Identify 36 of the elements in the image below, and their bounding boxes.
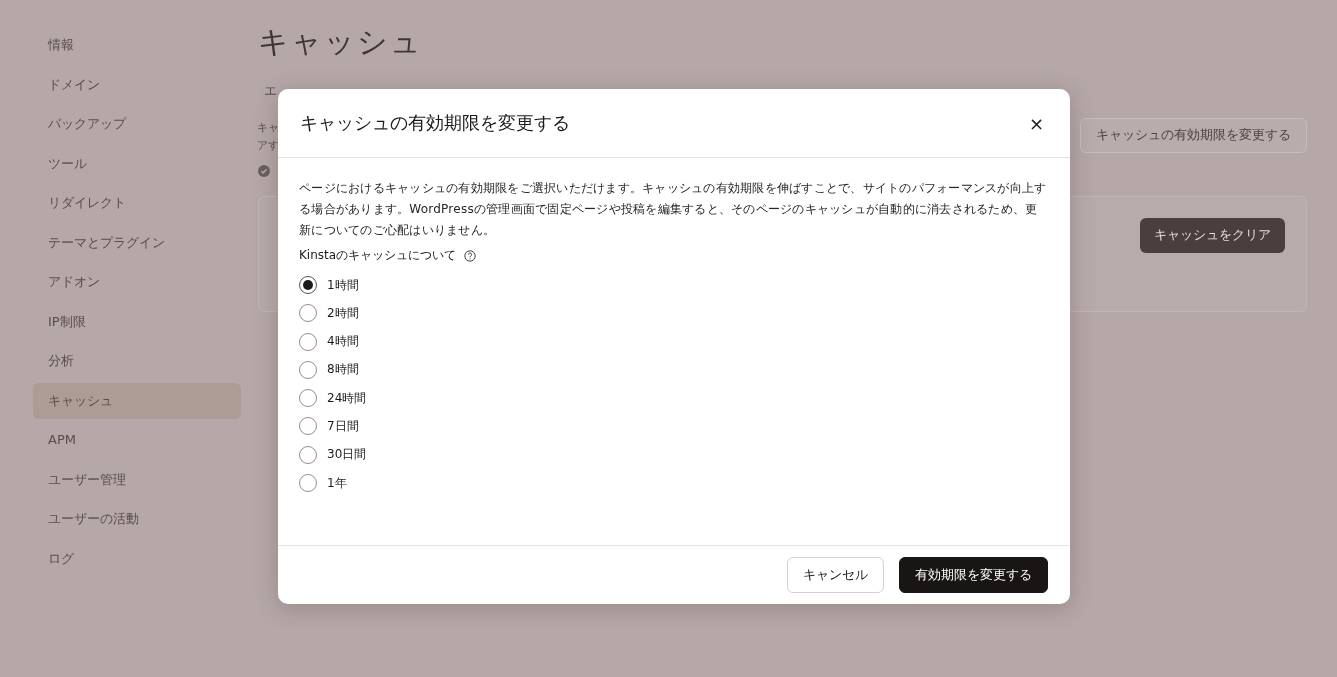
sidebar-item[interactable]: ユーザーの活動 [33,501,241,537]
option-label[interactable]: 1時間 [327,276,359,294]
help-icon[interactable] [464,249,477,262]
option-label[interactable]: 1年 [327,474,347,492]
help-label: Kinstaのキャッシュについて [299,247,457,264]
page-title: キャッシュ [258,23,424,61]
option-label[interactable]: 4時間 [327,333,359,351]
sidebar-item[interactable]: ユーザー管理 [33,461,241,498]
option-label[interactable]: 8時間 [327,361,359,379]
clear-cache-button[interactable]: キャッシュをクリア [1140,218,1285,253]
sidebar-item[interactable]: IP制限 [33,303,241,340]
close-button[interactable]: × [1024,112,1048,134]
modal-title: キャッシュの有効期限を変更する [300,111,570,135]
option-label[interactable]: 24時間 [327,389,367,407]
sidebar-item[interactable]: テーマとプラグイン [33,224,241,261]
tab-label[interactable]: エ [264,83,277,98]
sidebar-item[interactable]: バックアップ [33,106,241,142]
sidebar-item[interactable]: 情報 [33,27,241,63]
confirm-button[interactable]: 有効期限を変更する [899,557,1048,593]
change-expiry-button[interactable]: キャッシュの有効期限を変更する [1080,118,1307,153]
sidebar-item[interactable]: APM [33,422,241,458]
modal-description: ページにおけるキャッシュの有効期限をご選択いただけます。キャッシュの有効期限を伸ばすことで、サイトのパフォーマンスが向上する場合があります。WordPressの管理画面で固定ページや投稿を編集すると、そのページのキャッシュが自動的に消去されるため、更新についてのご心配はいりません。 [299,180,1048,239]
check-icon [258,165,270,177]
cancel-button[interactable]: キャンセル [787,557,884,593]
sidebar-item[interactable]: ログ [33,540,241,577]
option-label[interactable]: 7日間 [327,418,359,435]
sidebar-item[interactable]: キャッシュ [33,382,241,419]
description-text: アす [257,138,279,153]
sidebar-item[interactable]: 分析 [33,343,241,379]
sidebar-item[interactable]: ツール [33,145,241,182]
sidebar-item[interactable]: リダイレクト [33,185,241,221]
sidebar-item[interactable]: アドオン [33,264,241,300]
description-text: キャ [257,120,279,135]
option-label[interactable]: 30日間 [327,446,367,464]
sidebar-item[interactable]: ドメイン [33,66,241,103]
option-label[interactable]: 2時間 [327,304,359,322]
